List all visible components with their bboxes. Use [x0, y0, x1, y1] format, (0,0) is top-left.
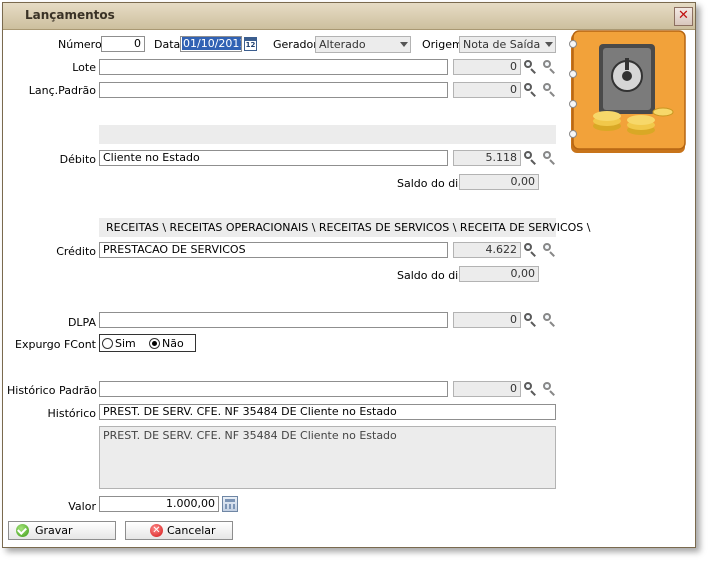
title-bar[interactable]: Lançamentos ✕ [3, 3, 695, 30]
search-icon[interactable] [522, 59, 538, 75]
expurgo-sim-label[interactable]: Sim [115, 337, 136, 350]
origem-label: Origem [422, 38, 463, 51]
debito-input[interactable]: Cliente no Estado [99, 150, 448, 166]
search-icon[interactable] [522, 242, 538, 258]
expurgo-nao-label[interactable]: Não [162, 337, 184, 350]
historico-preview: PREST. DE SERV. CFE. NF 35484 DE Cliente… [99, 426, 556, 489]
calendar-day: 12 [245, 41, 256, 49]
debito-path-band [99, 125, 556, 144]
origem-value: Nota de Saída [463, 38, 541, 51]
credito-path: RECEITAS \ RECEITAS OPERACIONAIS \ RECEI… [106, 221, 591, 234]
credito-code: 4.622 [453, 242, 521, 258]
expurgo-label: Expurgo FCont [15, 338, 96, 351]
expurgo-radio-group: Sim Não [99, 334, 196, 352]
gerador-select[interactable]: Alterado [315, 36, 411, 53]
window-title: Lançamentos [25, 8, 115, 22]
credito-saldo-value: 0,00 [459, 266, 539, 282]
debito-saldo-value: 0,00 [459, 174, 539, 190]
search-icon[interactable] [541, 150, 557, 166]
valor-label: Valor [68, 500, 96, 513]
numero-label: Número [58, 38, 102, 51]
search-icon[interactable] [522, 150, 538, 166]
gerador-value: Alterado [319, 38, 366, 51]
cancelar-button[interactable]: ✕ Cancelar [125, 521, 233, 540]
data-label: Data [154, 38, 181, 51]
historico-label: Histórico [47, 407, 96, 420]
search-icon[interactable] [522, 312, 538, 328]
calculator-icon[interactable] [222, 496, 238, 512]
dlpa-code: 0 [453, 312, 521, 328]
credito-saldo-label: Saldo do dia [397, 269, 465, 282]
cancelar-label: Cancelar [167, 524, 216, 537]
dlpa-label: DLPA [67, 316, 96, 329]
search-icon[interactable] [522, 82, 538, 98]
data-value: 01/10/2011 [182, 37, 241, 50]
debito-code: 5.118 [453, 150, 521, 166]
lote-input[interactable] [99, 59, 448, 75]
search-icon[interactable] [541, 59, 557, 75]
lote-code: 0 [453, 59, 521, 75]
expurgo-nao-radio[interactable] [149, 338, 160, 349]
close-button[interactable]: ✕ [674, 7, 693, 26]
numero-input[interactable]: 0 [101, 36, 145, 52]
data-input[interactable]: 01/10/2011 [180, 36, 242, 52]
lanc-padrao-input[interactable] [99, 82, 448, 98]
credito-path-band: RECEITAS \ RECEITAS OPERACIONAIS \ RECEI… [99, 218, 590, 237]
expurgo-sim-radio[interactable] [102, 338, 113, 349]
chevron-down-icon [545, 42, 553, 47]
valor-input[interactable]: 1.000,00 [99, 496, 219, 512]
lanc-padrao-label: Lanç.Padrão [28, 84, 96, 97]
credito-input[interactable]: PRESTACAO DE SERVICOS [99, 242, 448, 258]
calendar-icon[interactable]: 12 [244, 37, 257, 51]
origem-select[interactable]: Nota de Saída [459, 36, 556, 53]
lote-label: Lote [72, 61, 96, 74]
search-icon[interactable] [541, 312, 557, 328]
check-icon [16, 524, 29, 537]
lancamentos-window: Lançamentos ✕ Número 0 Data 01/10/2011 1… [2, 2, 696, 548]
search-icon[interactable] [522, 381, 538, 397]
lanc-padrao-code: 0 [453, 82, 521, 98]
chevron-down-icon [400, 42, 408, 47]
gerador-label: Gerador [273, 38, 318, 51]
search-icon[interactable] [541, 242, 557, 258]
debito-label: Débito [59, 153, 96, 166]
debito-saldo-label: Saldo do dia [397, 177, 465, 190]
dlpa-input[interactable] [99, 312, 448, 328]
search-icon[interactable] [541, 381, 557, 397]
gravar-button[interactable]: Gravar [8, 521, 116, 540]
gravar-label: Gravar [35, 524, 73, 537]
search-icon[interactable] [541, 82, 557, 98]
cashbook-safe-icon [569, 30, 686, 153]
historico-input[interactable]: PREST. DE SERV. CFE. NF 35484 DE Cliente… [99, 404, 556, 420]
historico-padrao-code: 0 [453, 381, 521, 397]
historico-padrao-input[interactable] [99, 381, 448, 397]
credito-label: Crédito [56, 245, 96, 258]
cancel-icon: ✕ [150, 524, 163, 537]
historico-padrao-label: Histórico Padrão [7, 384, 97, 397]
